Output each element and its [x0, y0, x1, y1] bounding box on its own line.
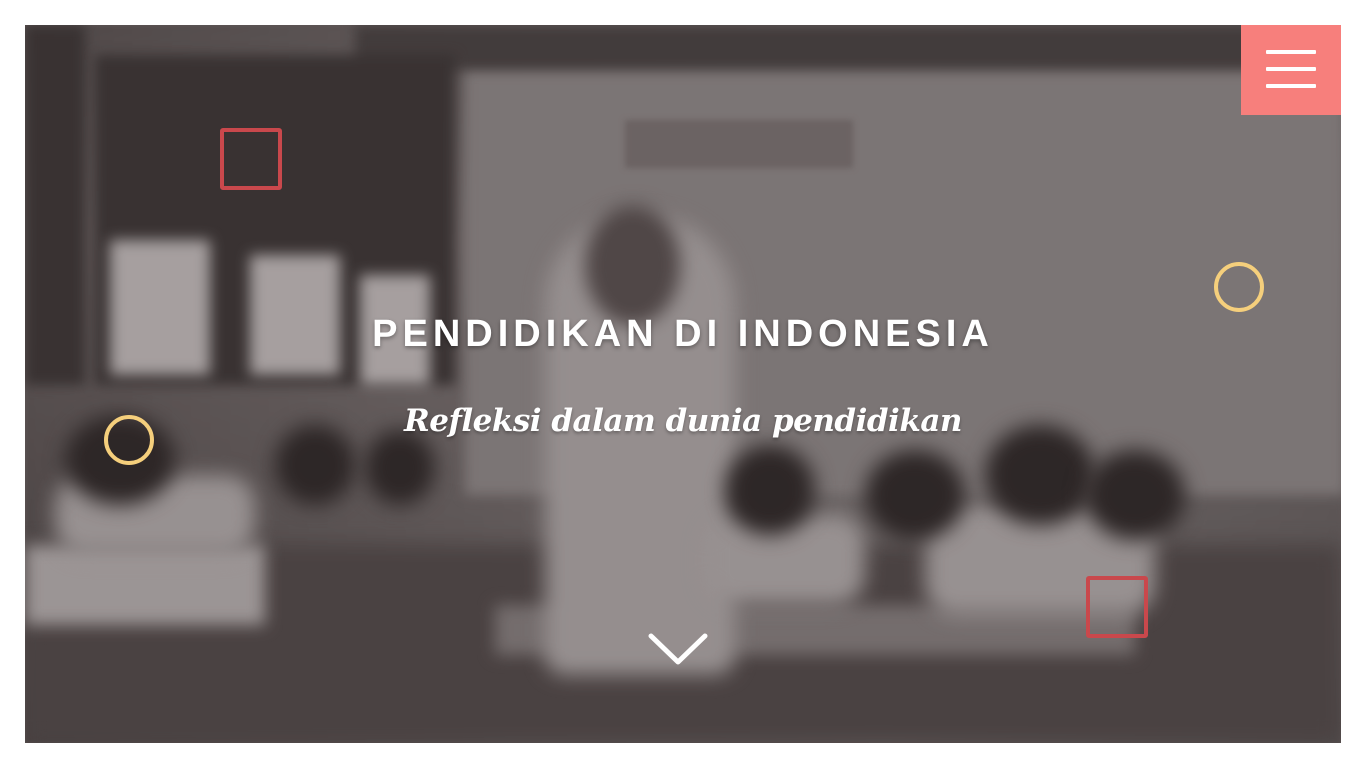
decoration-square-top-left — [220, 128, 282, 190]
hero-subtitle: Refleksi dalam dunia pendidikan — [404, 403, 962, 439]
scroll-down-button[interactable] — [647, 630, 709, 670]
menu-button[interactable] — [1241, 25, 1341, 115]
hero-section: PENDIDIKAN DI INDONESIA Refleksi dalam d… — [25, 25, 1341, 743]
hero-title: PENDIDIKAN DI INDONESIA — [372, 313, 994, 355]
chevron-down-icon — [648, 633, 708, 665]
decoration-square-bottom-right — [1086, 576, 1148, 638]
decoration-circle-right — [1214, 262, 1264, 312]
hero-subtitle-text: Refleksi dalam dunia pendidikan — [404, 403, 962, 439]
